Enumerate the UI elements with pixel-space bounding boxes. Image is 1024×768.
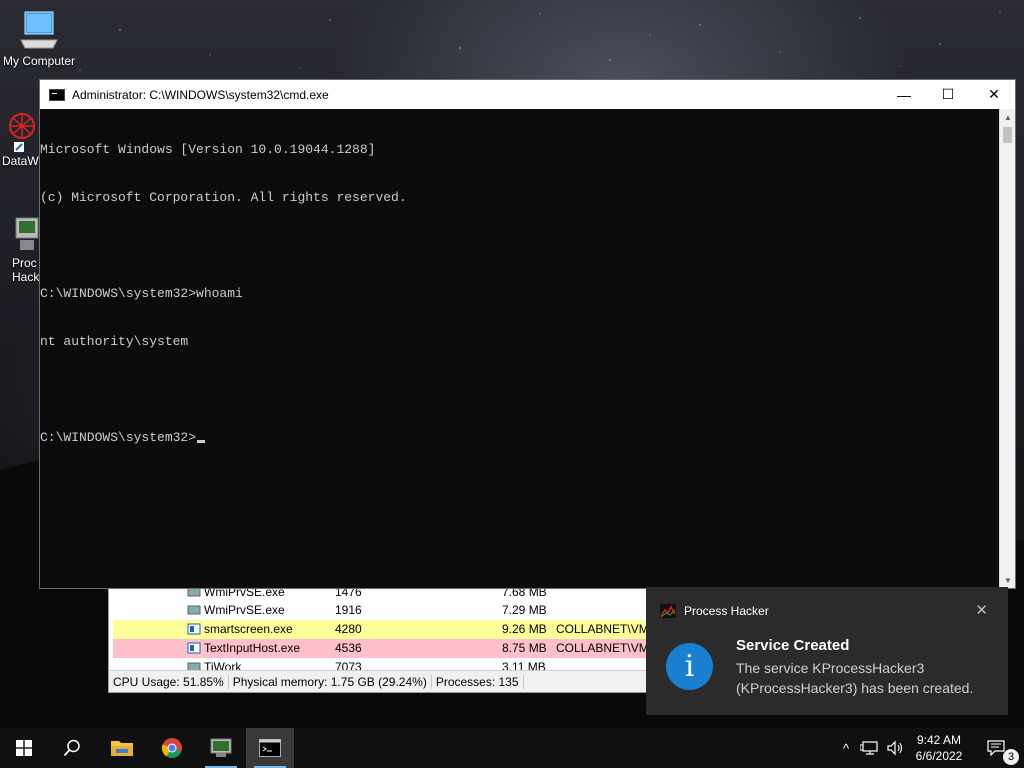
physical-memory: Physical memory: 1.75 GB (29.24%) — [229, 674, 432, 689]
minimize-button[interactable]: — — [881, 80, 927, 109]
cmd-window[interactable]: Administrator: C:\WINDOWS\system32\cmd.e… — [39, 79, 1016, 589]
cmd-app-icon[interactable] — [49, 88, 65, 101]
console-line: C:\WINDOWS\system32>whoami — [40, 286, 243, 301]
process-count: Processes: 135 — [432, 674, 524, 689]
cpu-usage: CPU Usage: 51.85% — [109, 674, 229, 689]
show-hidden-icons-chevron-icon[interactable]: ^ — [836, 741, 856, 756]
windows-logo-icon — [16, 740, 32, 756]
scrollbar-thumb[interactable] — [1003, 127, 1012, 143]
close-button[interactable]: ✕ — [971, 80, 1017, 109]
desktop-icon-label: Proc — [12, 256, 37, 270]
toast-message: The service KProcessHacker3 (KProcessHac… — [736, 660, 974, 696]
desktop-icon-label: Hack — [12, 270, 40, 284]
desktop-icon-label: DataW — [2, 154, 39, 168]
table-row[interactable]: WmiPrvSE.exe 1476 7.68 MB — [113, 589, 647, 602]
process-icon — [187, 589, 201, 597]
process-hacker-icon — [210, 738, 232, 757]
toast-app-name: Process Hacker — [684, 604, 769, 618]
action-center-button[interactable]: 3 — [972, 728, 1020, 768]
cmd-icon — [259, 739, 281, 757]
notification-icon — [987, 740, 1005, 756]
process-hacker-logo-icon — [660, 604, 676, 618]
desktop-icon-dataw[interactable]: DataW — [2, 108, 40, 168]
taskbar: ^ 9:42 AM 6/6/2022 3 — [0, 728, 1024, 768]
volume-icon[interactable] — [886, 740, 906, 756]
table-row[interactable]: WmiPrvSE.exe 1916 7.29 MB — [113, 601, 647, 620]
vertical-scrollbar[interactable]: ▲ ▼ — [999, 109, 1015, 588]
toast-header: Process Hacker — [660, 604, 769, 618]
start-button[interactable] — [0, 728, 48, 768]
computer-icon — [20, 11, 58, 49]
network-icon[interactable] — [860, 740, 882, 756]
chrome-icon — [161, 738, 182, 758]
console-prompt-line[interactable]: C:\WINDOWS\system32> — [40, 430, 999, 446]
table-row[interactable]: smartscreen.exe 4280 9.26 MB COLLABNET\V… — [113, 620, 647, 639]
clock-date: 6/6/2022 — [915, 749, 963, 763]
dataw-icon — [9, 113, 35, 152]
console-line: Microsoft Windows [Version 10.0.19044.12… — [40, 142, 376, 157]
table-row[interactable]: TextInputHost.exe 4536 8.75 MB COLLABNET… — [113, 639, 647, 658]
console-prompt: C:\WINDOWS\system32> — [40, 430, 197, 445]
process-hacker-statusbar: CPU Usage: 51.85% Physical memory: 1.75 … — [109, 670, 647, 692]
toast-title: Service Created — [736, 637, 850, 654]
window-process-icon — [187, 642, 201, 654]
window-process-icon — [187, 623, 201, 635]
cmd-titlebar[interactable]: Administrator: C:\WINDOWS\system32\cmd.e… — [40, 80, 1015, 109]
system-tray: ^ — [836, 728, 906, 768]
scroll-up-arrow-icon[interactable]: ▲ — [1000, 109, 1016, 125]
desktop-icon-process-hacker[interactable]: Proc Hack — [12, 214, 40, 284]
taskbar-file-explorer[interactable] — [98, 728, 146, 768]
process-hacker-icon — [15, 217, 39, 250]
notification-count-badge: 3 — [1003, 749, 1019, 765]
toast-notification[interactable]: Process Hacker ✕ i Service Created The s… — [646, 587, 1008, 715]
search-button[interactable] — [48, 728, 96, 768]
desktop-icon-my-computer[interactable]: My Computer — [0, 8, 78, 68]
console-line: nt authority\system — [40, 334, 189, 349]
folder-icon — [111, 741, 133, 756]
taskbar-cmd[interactable] — [246, 728, 294, 768]
process-hacker-window[interactable]: WmiPrvSE.exe 1476 7.68 MB WmiPrvSE.exe 1… — [108, 588, 648, 693]
text-cursor — [197, 440, 206, 443]
search-icon — [63, 739, 80, 757]
toast-close-icon[interactable]: ✕ — [975, 601, 988, 619]
maximize-button[interactable]: ☐ — [925, 80, 971, 109]
desktop-icon-label: My Computer — [2, 54, 76, 68]
window-title: Administrator: C:\WINDOWS\system32\cmd.e… — [72, 87, 329, 102]
console-output[interactable]: Microsoft Windows [Version 10.0.19044.12… — [40, 109, 999, 588]
process-icon — [187, 605, 201, 615]
clock-time: 9:42 AM — [916, 733, 962, 747]
info-icon: i — [666, 643, 713, 690]
taskbar-clock[interactable]: 9:42 AM 6/6/2022 — [905, 732, 973, 764]
scroll-down-arrow-icon[interactable]: ▼ — [1000, 572, 1016, 588]
taskbar-process-hacker[interactable] — [197, 728, 245, 768]
console-line: (c) Microsoft Corporation. All rights re… — [40, 190, 407, 205]
taskbar-chrome[interactable] — [148, 728, 196, 768]
